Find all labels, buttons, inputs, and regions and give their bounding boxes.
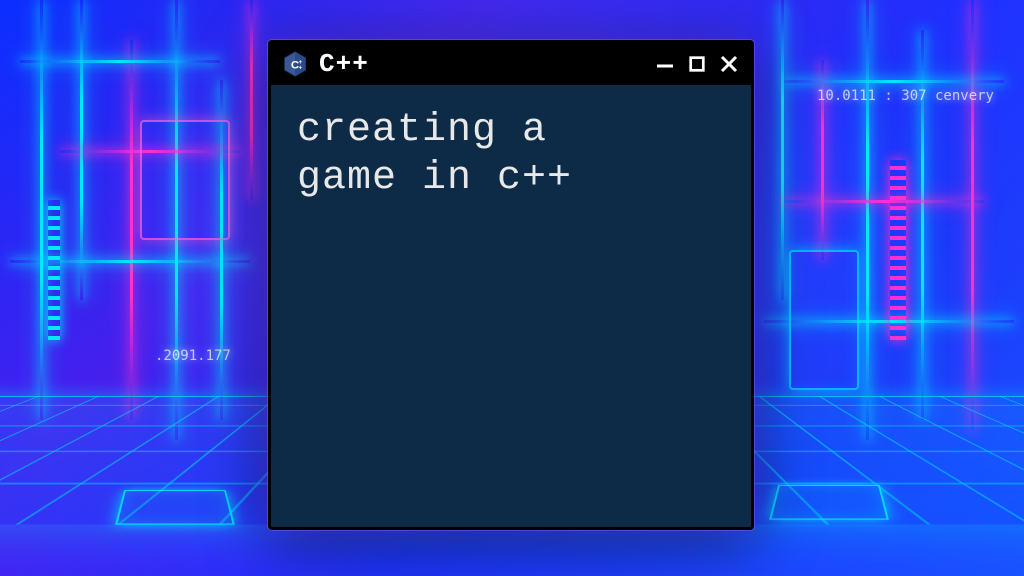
terminal-window: C + + C++ creating a game in c++ [268, 40, 754, 530]
cpp-logo-icon: C + + [281, 50, 309, 78]
bg-decorative-text-left: .2091.177 [155, 348, 231, 364]
minimize-button[interactable] [653, 52, 677, 76]
maximize-button[interactable] [685, 52, 709, 76]
window-controls [653, 52, 741, 76]
terminal-text: creating a game in c++ [297, 107, 725, 203]
svg-text:+: + [298, 64, 302, 71]
window-titlebar[interactable]: C + + C++ [271, 43, 751, 85]
window-title: C++ [319, 49, 643, 79]
terminal-body[interactable]: creating a game in c++ [271, 85, 751, 527]
bg-decorative-text-right: 10.0111 : 307 cenvery [817, 88, 994, 104]
close-button[interactable] [717, 52, 741, 76]
